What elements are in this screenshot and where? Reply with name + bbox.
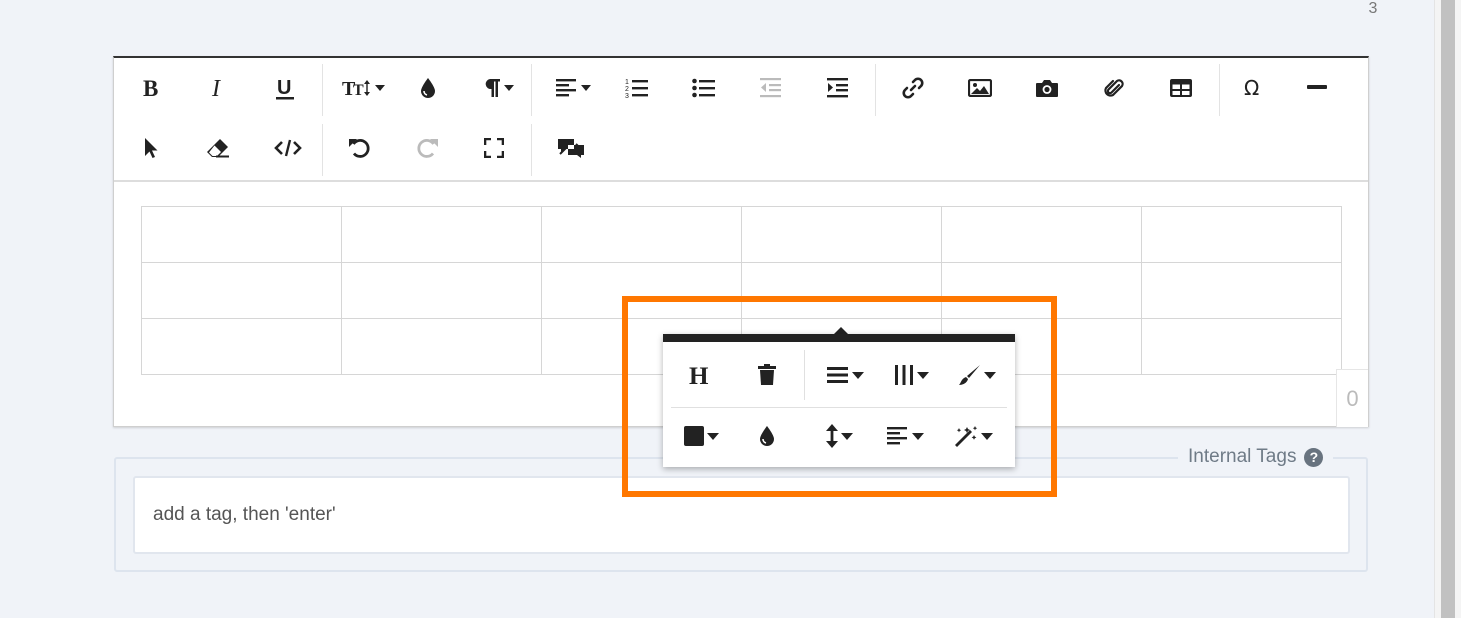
italic-button[interactable]: I [194,68,242,108]
alignment-button[interactable] [547,68,599,108]
video-chat-icon [558,139,584,158]
table-cell[interactable] [741,206,942,263]
select-button[interactable] [127,128,175,168]
table-cell[interactable] [541,206,742,263]
corner-number: 3 [1368,0,1378,17]
camera-icon [1036,80,1058,97]
fullscreen-icon [484,138,504,158]
italic-icon: I [211,77,221,99]
table-row [141,206,1342,263]
insert-link-button[interactable] [889,68,937,108]
table-cell[interactable] [341,262,542,319]
table-cell[interactable] [341,206,542,263]
bold-icon: B [143,77,158,99]
table-cell[interactable] [141,318,342,375]
table-cell[interactable] [1141,262,1342,319]
toolbar-separator [322,64,323,116]
redo-icon [417,139,438,158]
scrollbar-thumb[interactable] [1441,0,1455,618]
horizontal-rule-button[interactable] [1293,68,1341,108]
redo-button[interactable] [403,128,451,168]
paragraph-icon [485,79,500,97]
attach-file-button[interactable] [1090,68,1138,108]
highlight-box [622,296,1057,497]
question-circle-icon[interactable]: ? [1304,447,1324,467]
toolbar-separator [531,124,532,176]
cursor-icon [145,138,158,158]
underline-icon: U [276,77,294,100]
chevron-down-icon [503,85,514,91]
text-color-button[interactable] [404,68,452,108]
table-cell[interactable] [1141,206,1342,263]
bold-button[interactable]: B [127,68,175,108]
internal-tags-label: Internal Tags [1188,446,1297,467]
toolbar-separator [1219,64,1220,116]
color-drop-icon [421,78,435,98]
insert-image-button[interactable] [956,68,1004,108]
chevron-down-icon [374,85,385,91]
outdent-icon [760,78,781,98]
toolbar-separator [322,124,323,176]
link-icon [902,77,924,99]
table-cell[interactable] [341,318,542,375]
table-cell[interactable] [141,262,342,319]
svg-text:2: 2 [625,86,629,93]
paperclip-icon [1104,79,1124,97]
ordered-list-icon: 123 [625,79,648,98]
omega-icon: Ω [1244,78,1259,98]
video-chat-button[interactable] [547,128,595,168]
font-size-button[interactable]: TT [336,68,390,108]
editor-toolbar: B I U TT 123 Ω [114,58,1368,182]
unordered-list-button[interactable] [680,68,728,108]
unordered-list-icon [692,78,715,98]
character-counter: 0 [1336,369,1368,427]
code-view-icon [274,139,302,157]
indent-icon [827,78,848,98]
table-cell[interactable] [1141,318,1342,375]
internal-tags-legend: Internal Tags ? [1178,446,1334,468]
horizontal-rule-icon [1307,85,1327,89]
insert-photo-button[interactable] [1023,68,1071,108]
ordered-list-button[interactable]: 123 [613,68,661,108]
paragraph-style-button[interactable] [472,68,524,108]
svg-text:Ω: Ω [1244,78,1259,98]
font-size-icon: TT [342,78,370,99]
svg-text:3: 3 [625,93,629,98]
toolbar-separator [875,64,876,116]
svg-text:B: B [143,77,158,99]
outdent-button[interactable] [747,68,795,108]
indent-button[interactable] [814,68,862,108]
insert-table-button[interactable] [1157,68,1205,108]
svg-text:I: I [211,77,221,99]
svg-text:T: T [353,82,364,99]
fullscreen-button[interactable] [470,128,518,168]
toolbar-separator [531,64,532,116]
align-left-icon [555,79,576,97]
undo-button[interactable] [336,128,384,168]
image-icon [968,79,992,97]
chevron-down-icon [580,85,591,91]
table-cell[interactable] [941,206,1142,263]
clear-formatting-button[interactable] [194,128,242,168]
undo-icon [349,139,370,158]
table-icon [1170,79,1192,97]
table-cell[interactable] [141,206,342,263]
special-character-button[interactable]: Ω [1229,68,1277,108]
underline-button[interactable]: U [261,68,309,108]
code-view-button[interactable] [264,128,312,168]
svg-text:U: U [277,77,291,99]
svg-text:1: 1 [625,79,629,86]
eraser-icon [207,139,229,158]
